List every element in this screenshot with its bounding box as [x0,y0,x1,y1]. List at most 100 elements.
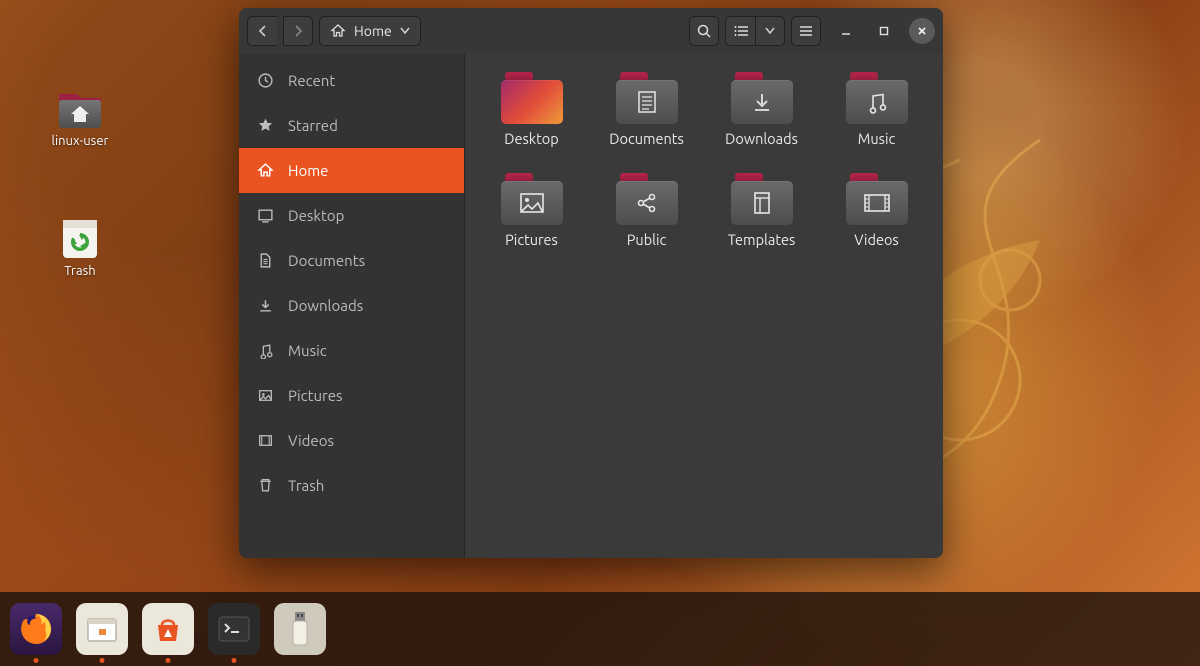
sidebar-item-recent[interactable]: Recent [239,58,464,103]
sidebar-item-documents[interactable]: Documents [239,238,464,283]
music-icon [865,90,889,114]
sidebar-item-starred[interactable]: Starred [239,103,464,148]
dock-firefox[interactable] [10,603,62,655]
desktop-icon-trash[interactable]: Trash [40,216,120,278]
folder-label: Public [627,231,667,248]
window-maximize-button[interactable] [871,18,897,44]
folder-icon [501,173,563,225]
sidebar-item-music[interactable]: Music [239,328,464,373]
folder-documents[interactable]: Documents [604,72,689,147]
videos-icon [863,193,891,213]
window-minimize-button[interactable] [833,18,859,44]
folder-label: Pictures [505,231,558,248]
trash-icon [55,216,105,260]
sidebar-item-label: Recent [288,72,335,89]
sidebar-item-desktop[interactable]: Desktop [239,193,464,238]
music-icon [257,342,274,359]
sidebar-item-label: Pictures [288,387,343,404]
sidebar-item-downloads[interactable]: Downloads [239,283,464,328]
desktop-icon-label: linux-user [52,134,109,148]
sidebar-item-trash[interactable]: Trash [239,463,464,508]
folder-label: Templates [728,231,796,248]
dock-usb-drive[interactable] [274,603,326,655]
folder-grid: Desktop Documents Downloads [489,72,919,248]
home-icon [257,162,274,179]
maximize-icon [878,25,890,37]
running-indicator [232,658,237,663]
dock [0,592,1200,666]
files-icon [85,614,119,644]
search-button[interactable] [689,16,719,46]
sidebar-item-pictures[interactable]: Pictures [239,373,464,418]
hamburger-icon [799,25,813,37]
view-options-button[interactable] [755,16,785,46]
close-icon [916,25,928,37]
documents-icon [636,90,658,114]
folder-label: Documents [609,130,684,147]
view-list-button[interactable] [725,16,755,46]
folder-desktop[interactable]: Desktop [489,72,574,147]
pictures-icon [257,387,274,404]
usb-icon [289,609,311,649]
desktop-icon-label: Trash [64,264,95,278]
sidebar-item-videos[interactable]: Videos [239,418,464,463]
list-icon [734,25,748,37]
home-folder-icon [55,86,105,130]
folder-label: Music [858,130,895,147]
software-store-icon [148,609,188,649]
sidebar-item-home[interactable]: Home [239,148,464,193]
folder-icon [731,173,793,225]
desktop-icon-home[interactable]: linux-user [40,86,120,148]
sidebar-item-label: Trash [288,477,324,494]
chevron-right-icon [293,25,303,37]
trash-icon [257,477,274,494]
path-bar[interactable]: Home [319,16,421,46]
chevron-down-icon [400,27,410,35]
path-label: Home [354,23,392,39]
folder-public[interactable]: Public [604,173,689,248]
dock-terminal[interactable] [208,603,260,655]
search-icon [696,23,712,39]
window-close-button[interactable] [909,18,935,44]
folder-videos[interactable]: Videos [834,173,919,248]
folder-label: Desktop [504,130,558,147]
running-indicator [100,658,105,663]
folder-templates[interactable]: Templates [719,173,804,248]
titlebar: Home [239,8,943,54]
minimize-icon [840,25,852,37]
firefox-icon [16,609,56,649]
share-icon [635,191,659,215]
pictures-icon [519,192,545,214]
running-indicator [34,658,39,663]
folder-icon [616,72,678,124]
sidebar-item-label: Videos [288,432,334,449]
terminal-icon [217,615,251,643]
dock-software[interactable] [142,603,194,655]
folder-label: Downloads [725,130,798,147]
downloads-icon [257,297,274,314]
folder-pictures[interactable]: Pictures [489,173,574,248]
hamburger-menu-button[interactable] [791,16,821,46]
videos-icon [257,432,274,449]
folder-content-area[interactable]: Desktop Documents Downloads [465,54,943,558]
sidebar-item-label: Starred [288,117,338,134]
sidebar-item-label: Downloads [288,297,363,314]
folder-downloads[interactable]: Downloads [719,72,804,147]
desktop-icon [257,207,274,224]
dock-files[interactable] [76,603,128,655]
sidebar-item-label: Documents [288,252,365,269]
chevron-down-icon [765,27,775,35]
folder-label: Videos [854,231,898,248]
nav-forward-button[interactable] [283,16,313,46]
sidebar: Recent Starred Home Desktop Documents Do… [239,54,465,558]
sidebar-item-label: Desktop [288,207,344,224]
file-manager-window: Home R [239,8,943,558]
download-icon [751,90,773,114]
folder-music[interactable]: Music [834,72,919,147]
chevron-left-icon [258,25,268,37]
folder-icon [501,72,563,124]
nav-back-button[interactable] [247,16,277,46]
documents-icon [257,252,274,269]
folder-icon [846,173,908,225]
running-indicator [166,658,171,663]
